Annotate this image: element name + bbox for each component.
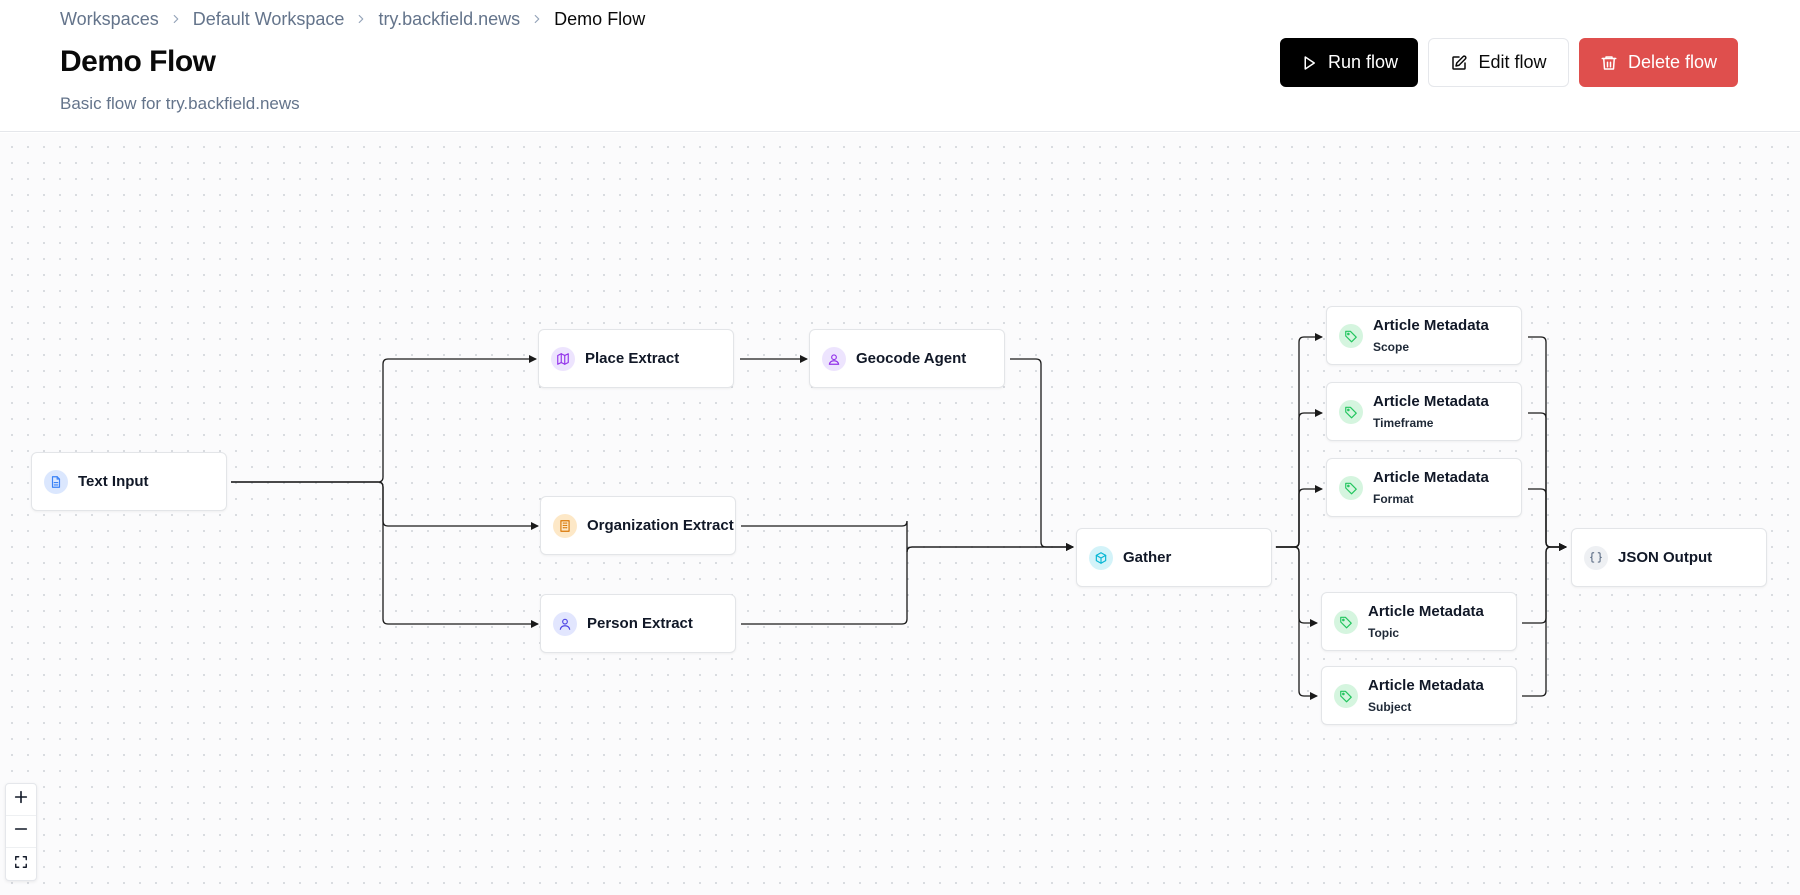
tag-icon bbox=[1334, 609, 1358, 634]
breadcrumb-workspaces[interactable]: Workspaces bbox=[60, 9, 159, 30]
node-place-extract[interactable]: Place Extract bbox=[538, 329, 734, 388]
edge-text-to-place bbox=[231, 355, 537, 483]
node-article-metadata-subject[interactable]: Article Metadata Subject bbox=[1321, 666, 1517, 725]
edit-flow-button[interactable]: Edit flow bbox=[1428, 38, 1569, 87]
node-label: Article Metadata bbox=[1368, 603, 1484, 620]
node-label: Geocode Agent bbox=[856, 350, 967, 367]
node-sublabel: Format bbox=[1373, 492, 1414, 506]
trash-icon bbox=[1600, 54, 1618, 72]
edge-text-to-person bbox=[231, 481, 539, 628]
node-label: JSON Output bbox=[1618, 549, 1713, 566]
node-geocode-agent[interactable]: Geocode Agent bbox=[809, 329, 1005, 388]
node-article-metadata-timeframe[interactable]: Article Metadata Timeframe bbox=[1326, 382, 1522, 441]
building-icon bbox=[553, 513, 577, 538]
breadcrumb-current: Demo Flow bbox=[554, 8, 646, 29]
node-text-input[interactable]: Text Input bbox=[31, 452, 227, 511]
edge-topic-to-json bbox=[1522, 543, 1567, 624]
chevron-right-icon bbox=[159, 8, 193, 30]
node-json-output[interactable]: JSON Output bbox=[1571, 528, 1767, 587]
zoom-in-button[interactable] bbox=[6, 784, 36, 816]
tag-icon bbox=[1339, 323, 1363, 348]
box-icon bbox=[1089, 545, 1113, 570]
edge-timeframe-to-json bbox=[1528, 412, 1567, 551]
user-icon bbox=[822, 346, 846, 371]
node-sublabel: Scope bbox=[1373, 340, 1410, 354]
node-article-metadata-format[interactable]: Article Metadata Format bbox=[1326, 458, 1522, 517]
node-label: Place Extract bbox=[585, 350, 680, 367]
node-label: Article Metadata bbox=[1373, 469, 1489, 486]
flow-edges bbox=[231, 333, 1567, 700]
user-icon bbox=[553, 611, 577, 636]
edge-gather-to-subject bbox=[1276, 546, 1318, 700]
breadcrumb-default-workspace[interactable]: Default Workspace bbox=[193, 9, 345, 30]
node-label: Article Metadata bbox=[1368, 677, 1484, 694]
page-header: Workspaces Default Workspace try.backfie… bbox=[0, 0, 1800, 132]
node-label: Organization Extract bbox=[587, 517, 734, 534]
run-flow-button[interactable]: Run flow bbox=[1280, 38, 1418, 87]
run-flow-label: Run flow bbox=[1327, 52, 1399, 72]
play-icon bbox=[1300, 54, 1318, 72]
node-label: Text Input bbox=[78, 473, 149, 490]
node-article-metadata-scope[interactable]: Article Metadata Scope bbox=[1326, 306, 1522, 365]
page-title: Demo Flow bbox=[60, 45, 216, 78]
zoom-out-button[interactable] bbox=[6, 816, 36, 848]
node-label: Gather bbox=[1123, 549, 1172, 566]
node-organization-extract[interactable]: Organization Extract bbox=[540, 496, 736, 555]
edge-person-to-gather bbox=[741, 543, 1074, 625]
node-article-metadata-topic[interactable]: Article Metadata Topic bbox=[1321, 592, 1517, 651]
edge-geocode-to-gather bbox=[1010, 358, 1074, 551]
edge-gather-to-format bbox=[1276, 485, 1323, 548]
node-person-extract[interactable]: Person Extract bbox=[540, 594, 736, 653]
plus-icon bbox=[13, 789, 29, 810]
node-label: Article Metadata bbox=[1373, 393, 1489, 410]
zoom-controls bbox=[5, 783, 37, 881]
tag-icon bbox=[1339, 475, 1363, 500]
breadcrumb-project[interactable]: try.backfield.news bbox=[378, 9, 520, 30]
edit-icon bbox=[1450, 54, 1468, 72]
fit-view-button[interactable] bbox=[6, 848, 36, 880]
node-gather[interactable]: Gather bbox=[1076, 528, 1272, 587]
page-subtitle: Basic flow for try.backfield.news bbox=[60, 94, 300, 113]
tag-icon bbox=[1339, 399, 1363, 424]
chevron-right-icon bbox=[344, 8, 378, 30]
minus-icon bbox=[13, 821, 29, 842]
edit-flow-label: Edit flow bbox=[1478, 52, 1547, 72]
file-text-icon bbox=[44, 469, 68, 494]
delete-flow-button[interactable]: Delete flow bbox=[1579, 38, 1738, 87]
node-sublabel: Topic bbox=[1368, 626, 1400, 640]
edge-gather-to-topic bbox=[1276, 546, 1318, 627]
node-sublabel: Timeframe bbox=[1373, 416, 1434, 430]
breadcrumb: Workspaces Default Workspace try.backfie… bbox=[60, 8, 645, 30]
edge-text-to-org bbox=[231, 481, 539, 530]
map-icon bbox=[551, 346, 575, 371]
delete-flow-label: Delete flow bbox=[1627, 52, 1718, 72]
flow-canvas[interactable]: Text Input Place Extract Geocode Agent O… bbox=[0, 133, 1800, 895]
fit-view-icon bbox=[14, 855, 28, 874]
tag-icon bbox=[1334, 683, 1358, 708]
node-label: Article Metadata bbox=[1373, 317, 1489, 334]
edge-format-to-json bbox=[1528, 488, 1567, 551]
edge-scope-to-json bbox=[1528, 336, 1567, 551]
braces-icon bbox=[1584, 545, 1608, 570]
node-sublabel: Subject bbox=[1368, 700, 1412, 714]
node-label: Person Extract bbox=[587, 615, 693, 632]
chevron-right-icon bbox=[520, 8, 554, 30]
